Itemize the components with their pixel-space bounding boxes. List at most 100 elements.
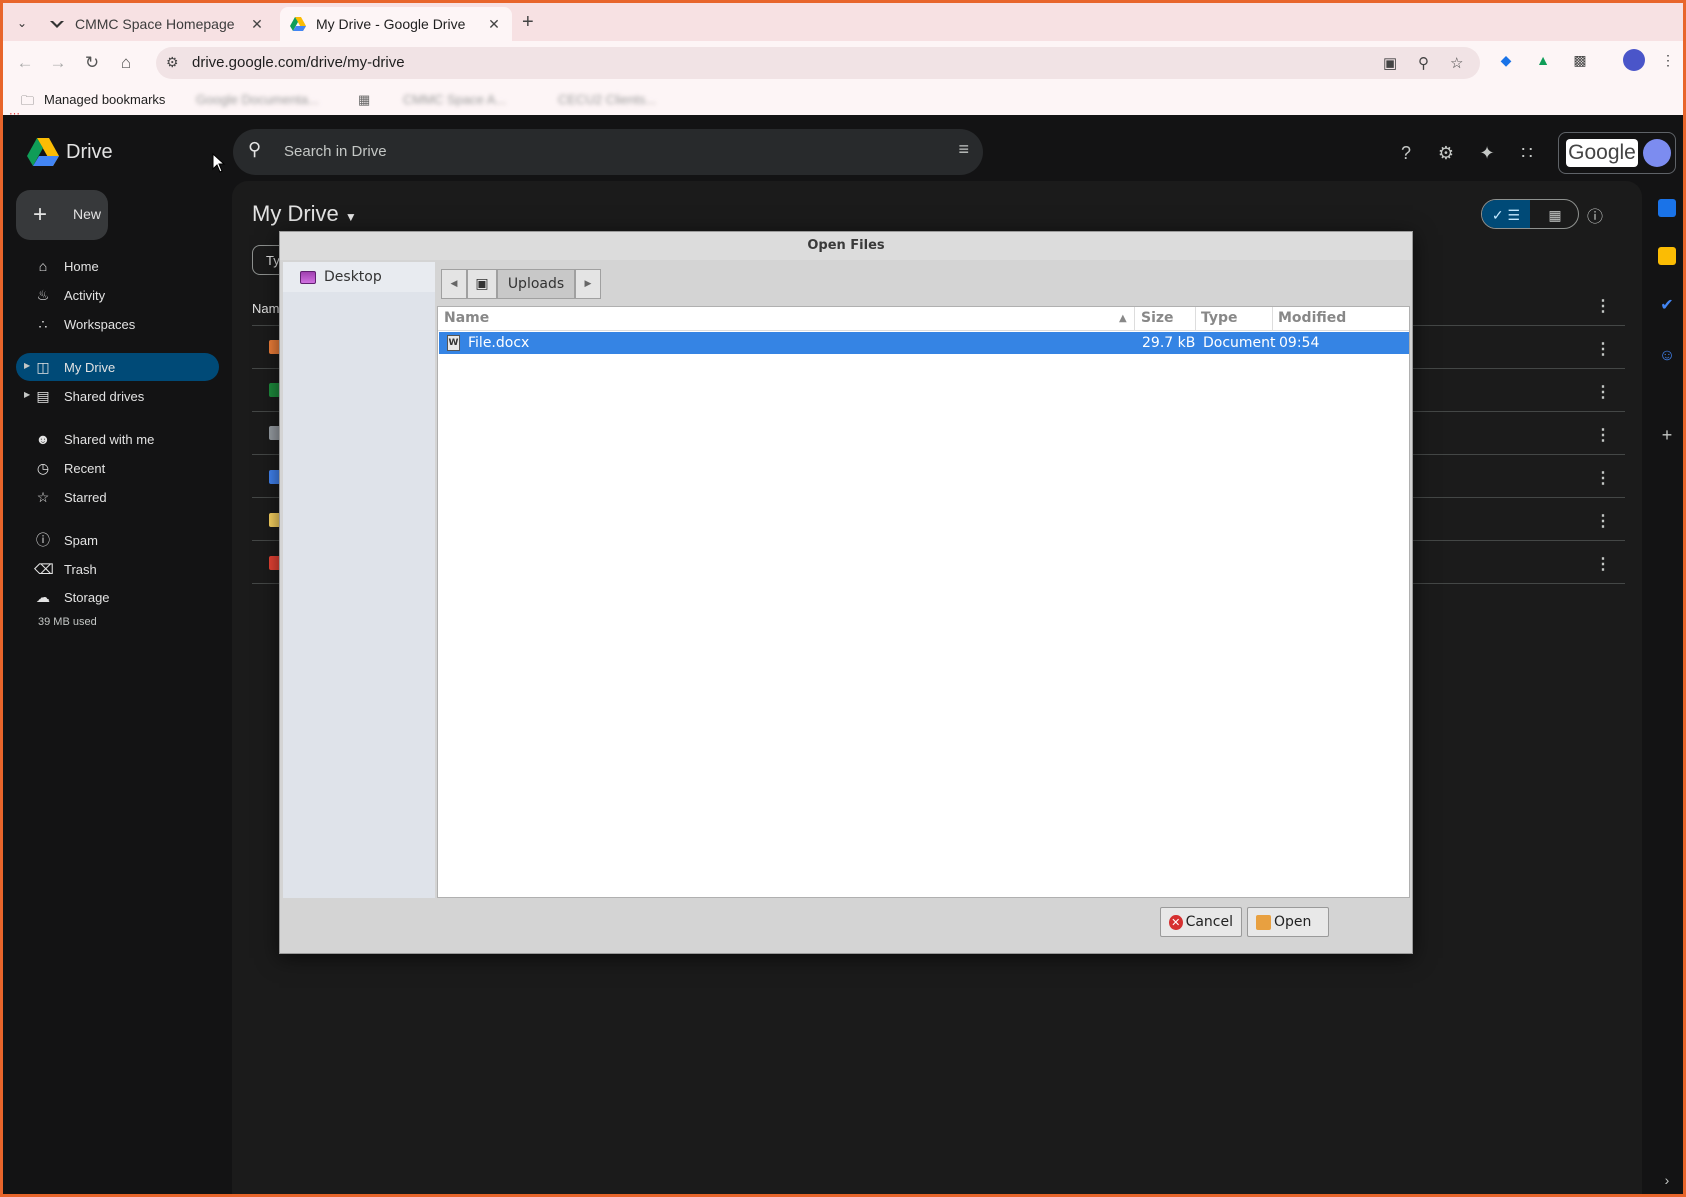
storage-used-text: 39 MB used [38,616,97,628]
settings-gear-icon[interactable]: ⚙ [1434,141,1458,165]
extension-bitwarden-icon[interactable]: ◆ [1496,50,1516,70]
sidebar-item-recent[interactable]: ◷ Recent [16,454,219,482]
file-list: Name ▲ Size Type Modified W File.docx 29… [437,306,1410,898]
bookmark-star-icon[interactable]: ☆ [1450,54,1463,72]
more-actions-icon[interactable]: ⋮ [1595,296,1611,316]
bookmark-item[interactable]: CECU2 Clients... [558,92,656,107]
search-options-icon[interactable]: ≡ [958,139,969,160]
reload-icon[interactable]: ↻ [80,51,104,75]
file-row-selected[interactable]: W File.docx 29.7 kB Document 09:54 [439,332,1409,354]
address-bar[interactable]: ⚙ drive.google.com/drive/my-drive ▣ ⚲ ☆ [156,47,1480,79]
cancel-button[interactable]: ✕ Cancel [1160,907,1242,937]
expand-arrow-icon[interactable]: ▶ [24,361,30,370]
help-icon[interactable]: ? [1394,141,1418,165]
sidebar-item-shared-with-me[interactable]: ☻ Shared with me [16,425,219,453]
keep-icon[interactable] [1658,247,1676,265]
expand-arrow-icon[interactable]: ▶ [24,390,30,399]
more-actions-icon[interactable]: ⋮ [1595,382,1611,402]
contacts-icon[interactable]: ☺ [1658,347,1676,365]
google-account-label: Google [1566,139,1638,167]
path-back-arrow-icon[interactable]: ◀ [441,269,467,299]
home-icon[interactable]: ⌂ [114,51,138,75]
drive-app-name[interactable]: Drive [66,141,113,164]
browser-menu-icon[interactable]: ⋮ [1658,50,1678,70]
sidebar-item-starred[interactable]: ☆ Starred [16,483,219,511]
tab-search-chevron-icon[interactable]: ⌄ [11,12,33,34]
more-actions-icon[interactable]: ⋮ [1595,468,1611,488]
open-folder-icon [1256,914,1271,930]
profile-avatar[interactable] [1623,49,1645,71]
sidebar-item-activity[interactable]: ♨ Activity [16,281,219,309]
google-apps-icon[interactable]: ∷ [1515,141,1539,165]
sidebar-item-spam[interactable]: ⓘ Spam [16,526,219,554]
bell-icon: ♨ [36,287,50,303]
calendar-icon[interactable] [1658,199,1676,217]
place-desktop[interactable]: Desktop [283,262,435,292]
cloud-icon: ☁ [36,589,50,605]
my-drive-icon: ◫ [36,359,50,375]
clock-icon: ◷ [36,460,50,476]
google-drive-favicon-icon [290,17,306,31]
back-icon[interactable]: ← [13,51,37,75]
root-drive-icon[interactable]: ▣ [467,269,497,299]
new-tab-icon[interactable]: + [522,11,534,34]
star-icon: ☆ [36,489,50,505]
divider [1272,307,1273,331]
sidebar-item-my-drive[interactable]: ▶ ◫ My Drive [16,353,219,381]
people-icon: ☻ [35,431,51,447]
bookmark-item[interactable]: CMMC Space A... [403,92,506,107]
list-view-icon[interactable]: ✓ ☰ [1482,200,1530,228]
sidebar-item-storage[interactable]: ☁ Storage [16,583,219,611]
url-text: drive.google.com/drive/my-drive [192,54,405,71]
sidebar-item-shared-drives[interactable]: ▶ ▤ Shared drives [16,382,219,410]
column-header-name[interactable]: Name [444,310,489,326]
bookmark-item[interactable]: Google Documenta... [196,92,319,107]
account-switcher[interactable]: Google [1558,132,1676,174]
expand-panel-icon[interactable]: › [1658,1171,1676,1189]
extension-drive-icon[interactable]: ▲ [1533,50,1553,70]
install-app-icon[interactable]: ▣ [1383,54,1397,72]
cmmc-favicon-icon [50,21,64,28]
forward-icon[interactable]: → [46,51,70,75]
sort-ascending-icon: ▲ [1119,313,1127,324]
extensions-puzzle-icon[interactable]: ▩ [1570,50,1590,70]
more-actions-icon[interactable]: ⋮ [1595,554,1611,574]
tab-my-drive[interactable]: My Drive - Google Drive ✕ [280,7,512,41]
sidebar-item-home[interactable]: ⌂ Home [16,252,219,280]
bookmarks-bar: 🗀 Managed bookmarks Google Documenta... … [3,85,1683,115]
search-icon[interactable]: ⚲ [248,139,261,160]
path-segment-uploads[interactable]: Uploads [497,269,575,299]
close-tab-icon[interactable]: ✕ [486,16,502,33]
new-button[interactable]: + New [16,190,108,240]
divider [1195,307,1196,331]
drive-logo-icon [27,138,59,166]
sidebar-item-trash[interactable]: ⌫ Trash [16,555,219,583]
column-header-name[interactable]: Nam [252,301,279,316]
info-icon[interactable]: ⓘ [1587,203,1603,227]
close-tab-icon[interactable]: ✕ [249,16,265,33]
column-header-modified[interactable]: Modified [1278,310,1346,326]
path-forward-arrow-icon[interactable]: ▶ [575,269,601,299]
page-title[interactable]: My Drive ▼ [252,201,357,227]
drive-search-bar[interactable]: ⚲ Search in Drive ≡ [233,129,983,175]
grid-view-icon[interactable]: ▦ [1530,200,1578,228]
site-info-icon[interactable]: ⚙ [166,54,179,71]
column-header-type[interactable]: Type [1201,310,1238,326]
more-actions-icon[interactable]: ⋮ [1595,339,1611,359]
bookmark-managed[interactable]: Managed bookmarks [44,92,165,107]
gemini-sparkle-icon[interactable]: ✦ [1475,141,1499,165]
sidebar-item-workspaces[interactable]: ∴ Workspaces [16,310,219,338]
add-addon-icon[interactable]: + [1658,426,1676,444]
tasks-icon[interactable]: ✔ [1658,297,1676,315]
more-actions-icon[interactable]: ⋮ [1595,425,1611,445]
dropdown-caret-icon: ▼ [344,210,357,224]
tab-cmmc-space[interactable]: CMMC Space Homepage ✕ [39,7,275,41]
column-header-size[interactable]: Size [1141,310,1174,326]
more-actions-icon[interactable]: ⋮ [1595,511,1611,531]
bookmark-grid-icon[interactable]: ▦ [358,92,370,108]
view-toggle[interactable]: ✓ ☰ ▦ [1481,199,1579,229]
apps-dots-icon[interactable]: ⋯ [9,107,20,120]
open-button[interactable]: Open [1247,907,1329,937]
spam-icon: ⓘ [36,532,50,548]
zoom-icon[interactable]: ⚲ [1418,54,1429,72]
